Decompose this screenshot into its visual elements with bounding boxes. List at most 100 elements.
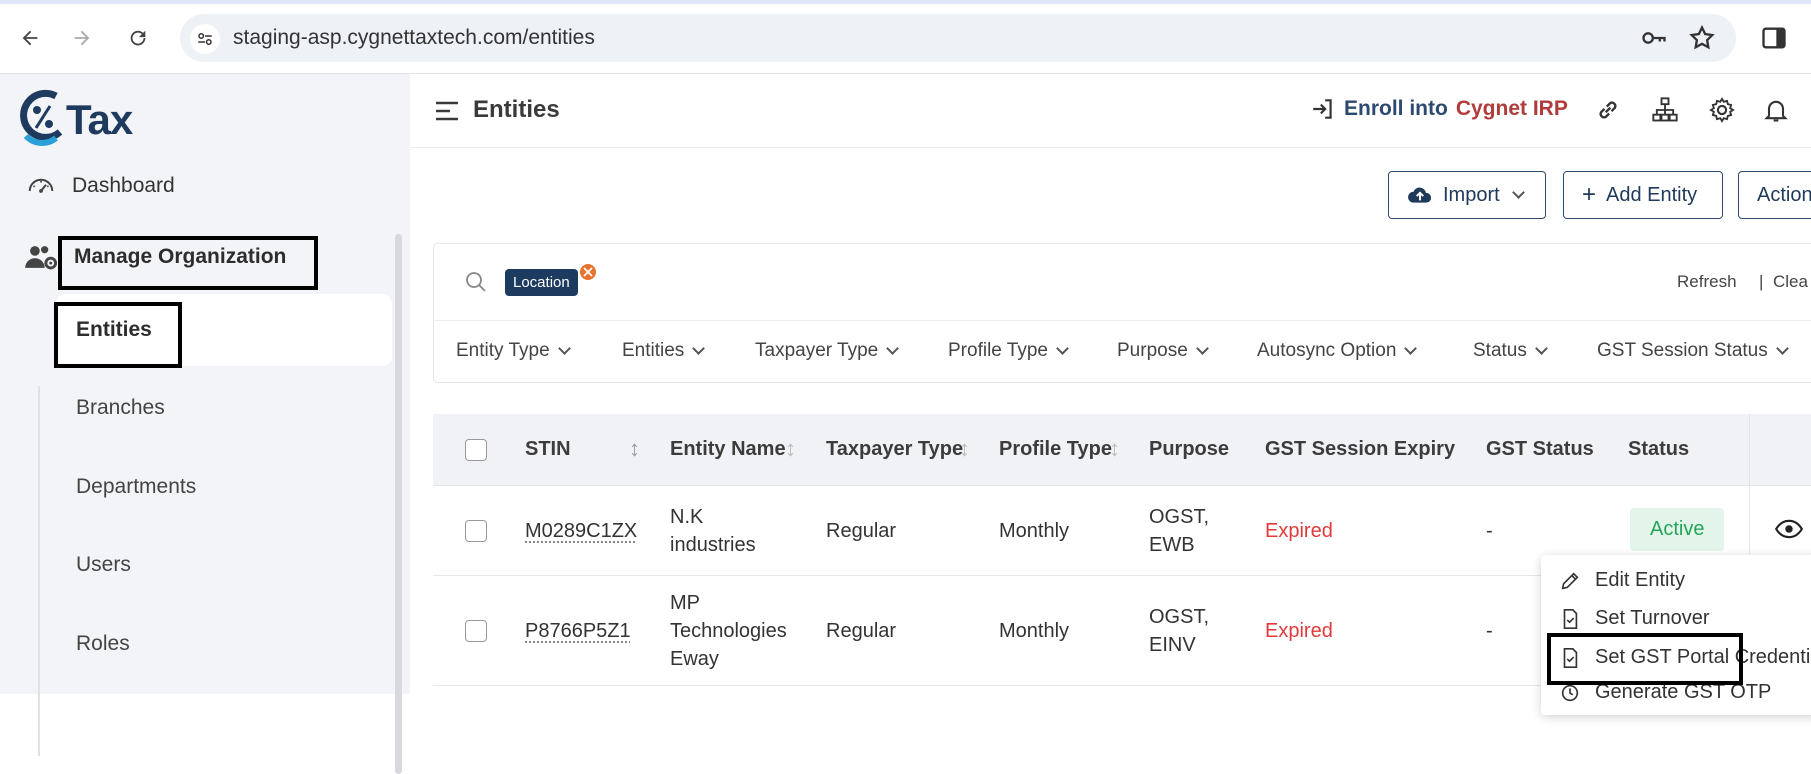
entity-name-line2: industries — [670, 534, 756, 556]
gstin-link[interactable]: M0289C1ZX — [525, 517, 637, 545]
tab-strip-edge — [0, 0, 1811, 4]
sidebar-item-departments[interactable]: Departments — [76, 462, 196, 512]
chevron-down-icon — [1775, 342, 1789, 355]
filter-entities[interactable]: Entities — [622, 340, 706, 362]
filter-panel — [433, 243, 1811, 383]
column-gst-status: GST Status — [1486, 438, 1594, 460]
entity-name-line1: N.K — [670, 506, 704, 528]
filter-purpose[interactable]: Purpose — [1117, 340, 1209, 362]
enroll-prefix: Enroll into — [1344, 97, 1448, 120]
highlight-box — [54, 302, 182, 368]
sidebar-item-branches[interactable]: Branches — [76, 383, 165, 433]
column-entity-name[interactable]: Entity Name — [670, 438, 786, 461]
select-all-checkbox[interactable] — [465, 439, 487, 461]
bell-icon[interactable] — [1762, 96, 1790, 129]
bookmark-star-icon[interactable] — [1688, 24, 1716, 57]
row-checkbox[interactable] — [465, 520, 487, 542]
chevron-down-icon — [1511, 186, 1525, 199]
hamburger-menu-icon[interactable] — [434, 100, 460, 127]
reload-icon[interactable] — [122, 22, 154, 54]
forward-arrow-icon[interactable] — [66, 22, 98, 54]
sort-icon[interactable]: ↕ — [1109, 436, 1120, 462]
gear-icon[interactable] — [1708, 96, 1736, 129]
refresh-link[interactable]: Refresh — [1677, 272, 1737, 292]
import-button[interactable]: Import — [1388, 171, 1546, 219]
clear-link[interactable]: Clea — [1773, 272, 1808, 292]
search-icon[interactable] — [464, 270, 488, 299]
sort-icon[interactable]: ↕ — [629, 436, 640, 462]
filter-label: Profile Type — [948, 340, 1048, 361]
column-purpose: Purpose — [1149, 438, 1230, 460]
chip-remove-icon[interactable] — [578, 262, 598, 282]
filter-label: Entities — [622, 340, 685, 361]
back-arrow-icon[interactable] — [14, 22, 46, 54]
filter-entity-type[interactable]: Entity Type — [456, 340, 571, 362]
logo-text: Tax — [66, 96, 133, 143]
filter-profile-type[interactable]: Profile Type — [948, 340, 1069, 362]
profile-type: Monthly — [999, 520, 1070, 542]
key-icon[interactable] — [1640, 24, 1668, 57]
sidebar-scrollbar[interactable] — [395, 234, 402, 774]
highlight-box — [1547, 633, 1743, 685]
app-logo[interactable]: Tax — [16, 86, 176, 146]
submenu-guide-line — [38, 386, 40, 756]
taxpayer-type: Regular — [826, 620, 897, 642]
purpose-line1: OGST, — [1149, 606, 1210, 628]
chevron-down-icon — [1195, 342, 1209, 355]
filter-autosync-option[interactable]: Autosync Option — [1257, 340, 1418, 362]
menu-item-edit-entity[interactable]: Edit Entity — [1559, 569, 1685, 592]
column-gstin[interactable]: STIN — [525, 438, 571, 461]
menu-item-set-turnover[interactable]: Set Turnover — [1559, 607, 1710, 630]
add-entity-label: Add Entity — [1606, 183, 1698, 206]
chevron-down-icon — [1535, 342, 1548, 355]
eye-icon[interactable] — [1774, 518, 1804, 545]
chevron-down-icon — [1056, 342, 1069, 355]
plus-icon: + — [1582, 181, 1597, 208]
status-badge: Active — [1630, 508, 1725, 551]
filter-status[interactable]: Status — [1473, 340, 1548, 362]
purpose-line2: EINV — [1149, 634, 1196, 656]
add-entity-button[interactable]: + Add Entity — [1563, 171, 1723, 219]
menu-item-label: Edit Entity — [1595, 569, 1686, 591]
column-gst-session-expiry: GST Session Expiry — [1265, 438, 1456, 460]
row-checkbox[interactable] — [465, 620, 487, 642]
location-filter-chip[interactable]: Location — [505, 269, 578, 296]
filter-taxpayer-type[interactable]: Taxpayer Type — [755, 340, 900, 362]
link-icon[interactable] — [1594, 96, 1622, 129]
filter-gst-session-status[interactable]: GST Session Status — [1597, 340, 1789, 362]
sidebar-item-dashboard[interactable]: Dashboard — [24, 161, 175, 211]
browser-toolbar: staging-asp.cygnettaxtech.com/entities — [0, 0, 1811, 74]
gstin-link[interactable]: P8766P5Z1 — [525, 617, 631, 645]
sidebar-item-users[interactable]: Users — [76, 540, 131, 590]
gst-status: - — [1486, 620, 1493, 642]
chevron-down-icon — [1404, 342, 1418, 355]
sign-in-icon — [1313, 99, 1332, 119]
sort-icon[interactable]: ↕ — [959, 436, 970, 462]
sidebar-item-roles[interactable]: Roles — [76, 619, 130, 669]
column-taxpayer-type[interactable]: Taxpayer Type — [826, 438, 963, 461]
import-label: Import — [1443, 183, 1500, 206]
filter-label: Entity Type — [456, 340, 550, 361]
purpose-line2: EWB — [1149, 534, 1195, 556]
users-gear-icon — [25, 246, 58, 270]
actions-button[interactable]: Action — [1738, 171, 1811, 219]
column-profile-type[interactable]: Profile Type — [999, 438, 1112, 461]
sort-icon[interactable]: ↕ — [785, 436, 796, 462]
sitemap-icon[interactable] — [1650, 96, 1680, 129]
filter-label: Autosync Option — [1257, 340, 1397, 361]
pencil-icon — [1561, 571, 1579, 589]
entity-name-line1: MP — [670, 592, 700, 614]
profile-type: Monthly — [999, 620, 1070, 642]
highlight-box — [58, 236, 318, 290]
enroll-irp-link[interactable]: Enroll into Cygnet IRP — [1310, 96, 1568, 122]
gst-status: - — [1486, 520, 1493, 542]
page-title: Entities — [473, 96, 560, 123]
actions-label: Action — [1757, 183, 1811, 206]
filter-label: GST Session Status — [1597, 340, 1768, 361]
chevron-down-icon — [886, 342, 900, 355]
page-header: Entities Enroll into Cygnet IRP — [410, 74, 1811, 148]
site-settings-icon[interactable] — [190, 24, 220, 54]
session-expiry: Expired — [1265, 620, 1333, 642]
side-panel-icon[interactable] — [1760, 24, 1788, 57]
session-expiry: Expired — [1265, 520, 1333, 542]
